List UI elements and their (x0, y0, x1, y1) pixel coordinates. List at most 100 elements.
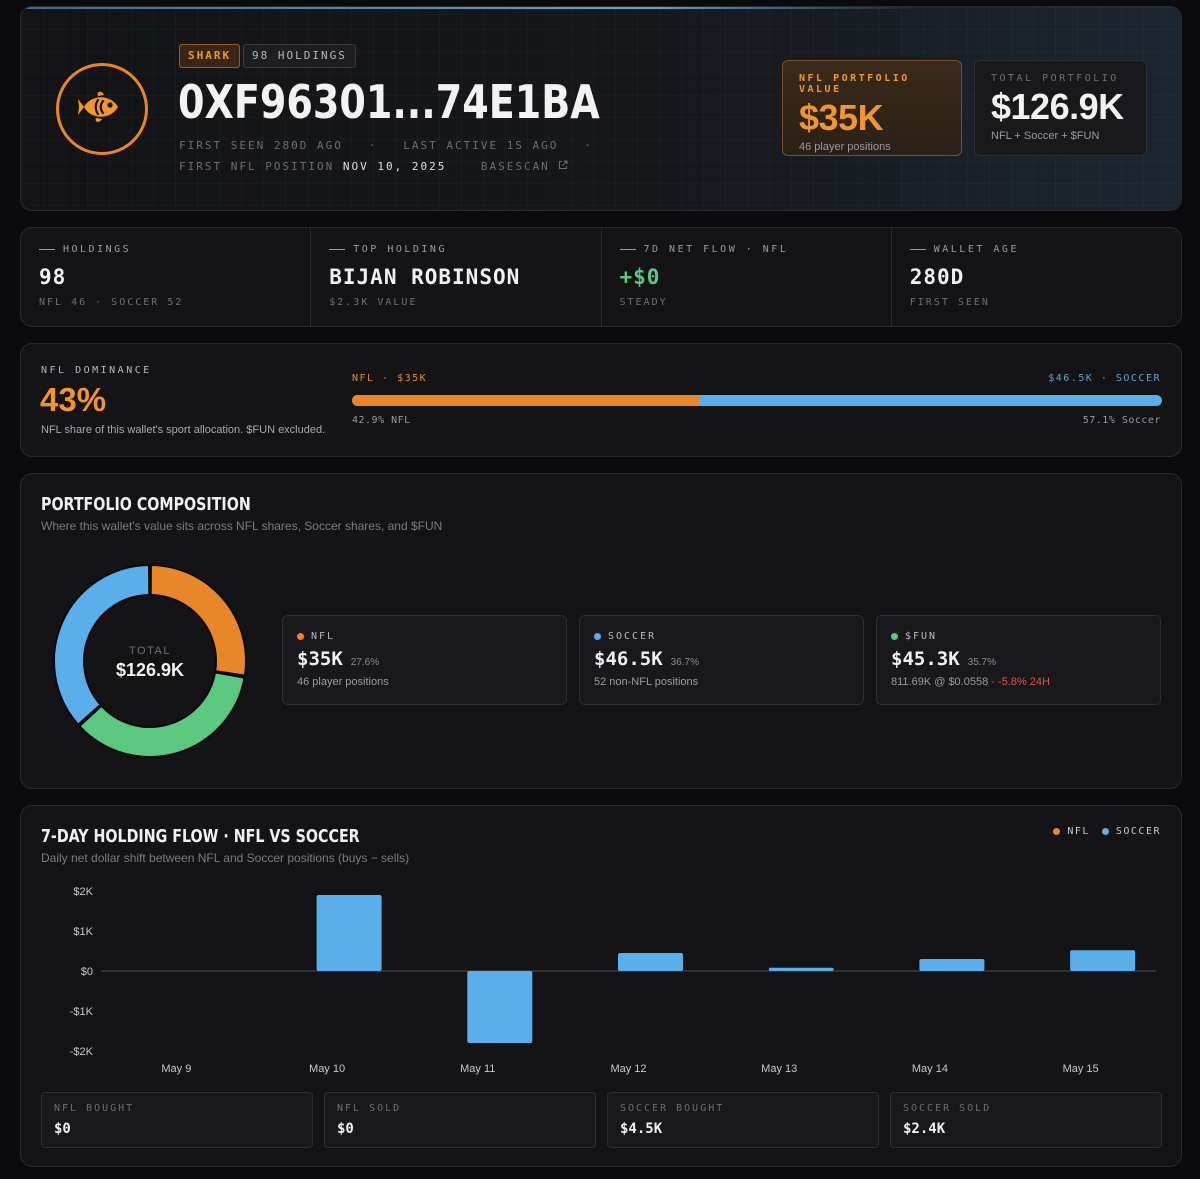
allocation-sub: 811.69K @ $0.0558 · (891, 676, 995, 688)
activity-meta: FIRST SEEN 280D AGO · LAST ACTIVE 1S AGO… (179, 139, 593, 152)
stat-sub: $2.3K VALUE (329, 297, 418, 308)
total-soccer-sold: SOCCER SOLD $2.4K (890, 1092, 1162, 1148)
external-link-icon (558, 160, 568, 173)
dominance-value: 43% (40, 381, 107, 418)
total-label: NFL SOLD (337, 1103, 402, 1114)
y-tick-label: -$1K (70, 1006, 94, 1018)
bar-right-pct: 57.1% Soccer (1082, 415, 1161, 426)
flow-title: 7-DAY HOLDING FLOW · NFL VS SOCCER (41, 826, 360, 847)
first-nfl-date: NOV 10, 2025 (342, 160, 447, 173)
flow-legend: NFL SOCCER (1041, 826, 1161, 837)
bar-left-pct: 42.9% NFL (352, 415, 411, 426)
basescan-link[interactable]: BASESCAN (481, 160, 569, 173)
legend-dot (1101, 828, 1109, 835)
bar-soccer-may-12[interactable] (618, 953, 683, 971)
allocation-pct: 36.7% (670, 657, 699, 668)
bar-soccer-may-14[interactable] (919, 959, 985, 971)
bar-soccer-may-15[interactable] (1070, 950, 1136, 971)
total-value: $2.4K (903, 1121, 946, 1137)
nfl-value: $35K (799, 97, 884, 138)
header-accent-line (21, 7, 921, 9)
total-value-sub: NFL + Soccer + $FUN (991, 130, 1100, 142)
donut-slice-fun[interactable] (78, 671, 246, 758)
total-nfl-bought: NFL BOUGHT $0 (41, 1092, 313, 1148)
fish-icon (76, 81, 128, 138)
y-tick-label: $0 (81, 966, 93, 978)
last-active: LAST ACTIVE 1S AGO (403, 139, 559, 152)
x-tick-label: May 10 (309, 1063, 345, 1075)
total-nfl-sold: NFL SOLD $0 (324, 1092, 596, 1148)
nfl-portfolio-value-card: NFL PORTFOLIO VALUE $35K 46 player posit… (782, 60, 962, 156)
accent-dash (329, 249, 346, 250)
nfl-value-sub: 46 player positions (799, 141, 891, 153)
stat-sub: STEADY (619, 297, 668, 308)
bar-soccer-may-13[interactable] (768, 967, 834, 971)
wallet-address: 0XF96301...74E1BA (178, 75, 600, 129)
x-tick-label: May 9 (161, 1063, 191, 1075)
bar-soccer-may-11[interactable] (467, 971, 533, 1043)
stat-label: HOLDINGS (63, 244, 132, 255)
x-tick-label: May 11 (460, 1063, 495, 1075)
allocation-value: $45.3K (891, 648, 960, 670)
flow-subtitle: Daily net dollar shift between NFL and S… (41, 851, 410, 865)
first-nfl-label: FIRST NFL POSITION (179, 160, 335, 173)
stat-wallet-age: WALLET AGE 280D FIRST SEEN (892, 228, 1181, 326)
stat-value: BIJAN ROBINSON (329, 265, 521, 289)
legend-item-nfl[interactable]: NFL (1053, 826, 1090, 837)
bar-soccer-may-10[interactable] (316, 895, 382, 971)
y-tick-label: -$2K (70, 1046, 94, 1058)
allocation-label: SOCCER (608, 631, 657, 642)
avatar (56, 63, 148, 155)
stat-value: 98 (39, 265, 67, 289)
composition-subtitle: Where this wallet's value sits across NF… (41, 519, 443, 533)
legend-label: SOCCER (1115, 826, 1161, 837)
total-value-label: TOTAL PORTFOLIO (991, 73, 1119, 84)
x-tick-label: May 12 (610, 1063, 646, 1075)
stat-value: 280D (909, 265, 965, 289)
legend-dot (1053, 828, 1061, 835)
stat-label: 7D NET FLOW · NFL (643, 244, 789, 255)
dominance-label: NFL DOMINANCE (41, 365, 152, 376)
stats-row: HOLDINGS 98 NFL 46 · SOCCER 52 TOP HOLDI… (20, 227, 1182, 327)
allocation-value: $46.5K (594, 648, 663, 670)
total-soccer-bought: SOCCER BOUGHT $4.5K (607, 1092, 879, 1148)
flow-bar-chart: $2K $1K $0 -$1K -$2K May 9 May 10 May 11 May 12 M… (70, 886, 1156, 1075)
basescan-label: BASESCAN (480, 160, 550, 173)
soccer-dot (594, 633, 601, 640)
separator-dot: · (567, 139, 593, 152)
allocation-card-fun: $FUN $45.3K 35.7% 811.69K @ $0.0558 · -5.… (876, 615, 1161, 705)
dominance-bar-fill (352, 395, 700, 406)
x-tick-label: May 14 (912, 1063, 948, 1075)
stat-sub: FIRST SEEN (909, 297, 990, 308)
total-label: SOCCER BOUGHT (620, 1103, 725, 1114)
stat-holdings: HOLDINGS 98 NFL 46 · SOCCER 52 (21, 228, 312, 326)
total-value: $0 (337, 1121, 354, 1137)
x-tick-label: May 13 (761, 1063, 797, 1075)
stat-top-holding: TOP HOLDING BIJAN ROBINSON $2.3K VALUE (311, 228, 602, 326)
allocation-card-soccer: SOCCER $46.5K 36.7% 52 non-NFL positions (579, 615, 864, 705)
composition-title: PORTFOLIO COMPOSITION (41, 494, 251, 515)
fun-dot (891, 633, 898, 640)
separator-dot: · (351, 139, 395, 152)
allocation-sub: 52 non-NFL positions (594, 676, 699, 688)
first-nfl-meta: FIRST NFL POSITION NOV 10, 2025 BASESCAN (179, 160, 568, 173)
stat-label: TOP HOLDING (353, 244, 447, 255)
tier-badge: SHARK (179, 44, 241, 68)
legend-item-soccer[interactable]: SOCCER (1101, 826, 1161, 837)
portfolio-composition-card: PORTFOLIO COMPOSITION Where this wallet'… (20, 473, 1182, 789)
bar-right-label: $46.5K · SOCCER (1048, 373, 1161, 384)
allocation-card-nfl: NFL $35K 27.6% 46 player positions (282, 615, 567, 705)
price-change-24h: -5.8% 24H (998, 676, 1050, 688)
donut-total-value: $126.9K (116, 660, 184, 680)
accent-dash (619, 249, 636, 250)
total-label: SOCCER SOLD (903, 1103, 992, 1114)
nfl-dominance-card: NFL DOMINANCE 43% NFL share of this wall… (20, 343, 1182, 457)
nfl-value-label: NFL PORTFOLIO VALUE (799, 73, 910, 95)
legend-label: NFL (1067, 826, 1090, 837)
dominance-bar (352, 395, 1162, 406)
composition-donut: TOTAL $126.9K (53, 563, 247, 758)
allocation-label: NFL (311, 631, 336, 642)
dominance-desc: NFL share of this wallet's sport allocat… (41, 424, 326, 436)
allocation-pct: 27.6% (350, 657, 380, 668)
allocation-label: $FUN (905, 631, 938, 642)
